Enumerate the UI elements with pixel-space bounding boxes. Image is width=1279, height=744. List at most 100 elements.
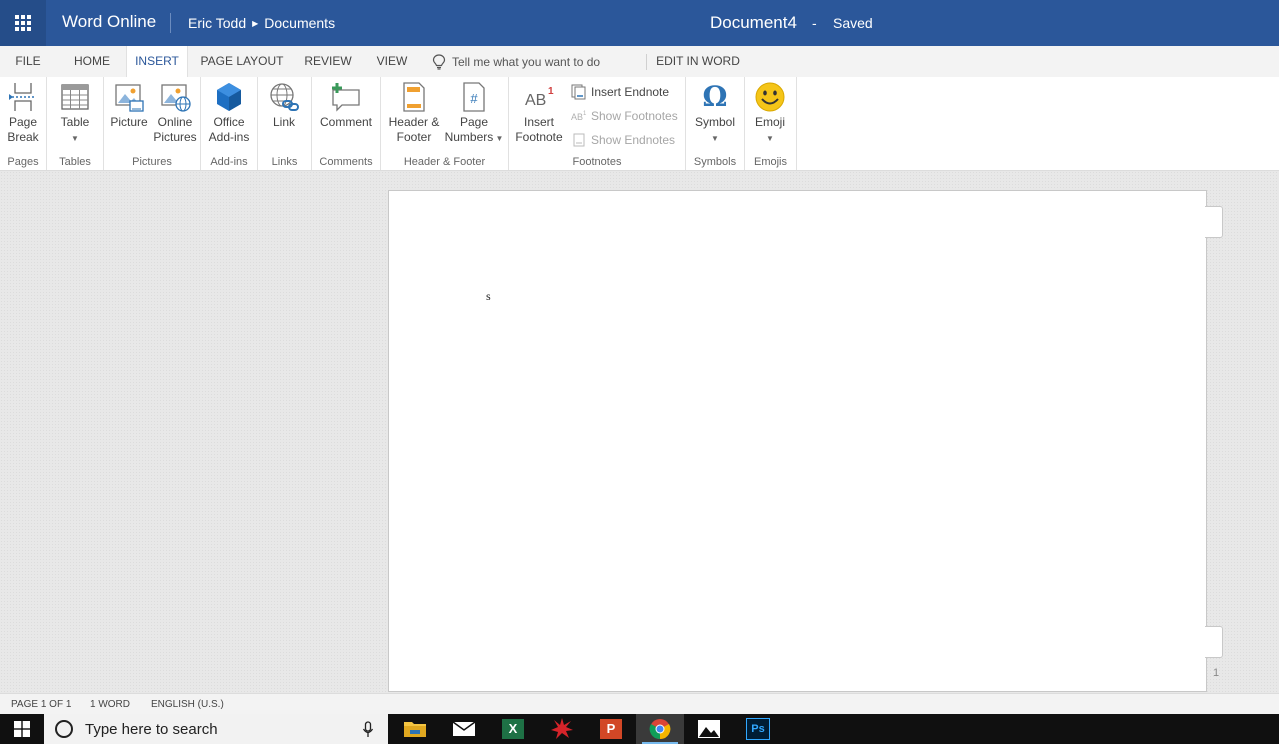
tab-review[interactable]: REVIEW [300, 46, 356, 77]
status-bar: PAGE 1 OF 1 1 WORD ENGLISH (U.S.) [0, 693, 1279, 715]
mail-icon[interactable] [440, 714, 488, 744]
show-endnotes-icon [573, 133, 585, 147]
app-launcher-button[interactable] [0, 0, 46, 46]
group-comments: Comment Comments [312, 77, 381, 170]
tell-me-box[interactable]: Tell me what you want to do [432, 46, 600, 77]
page-break-button[interactable]: Page Break [2, 81, 44, 145]
tab-insert[interactable]: INSERT [126, 46, 188, 77]
emoji-label: Emoji [754, 115, 785, 129]
excel-icon[interactable]: X [489, 714, 537, 744]
ribbon: Page Break Pages Table ▼ Tables Picture … [0, 77, 1279, 171]
group-tables: Table ▼ Tables [47, 77, 104, 170]
document-body-text[interactable]: s [486, 289, 491, 304]
symbol-dropdown-icon: ▼ [711, 134, 719, 143]
page-side-tab-top [1205, 206, 1223, 238]
excel-letter: X [502, 719, 524, 739]
group-label-comments: Comments [319, 156, 373, 168]
symbol-button[interactable]: Ω Symbol ▼ [692, 81, 738, 146]
office-addins-icon [217, 83, 241, 111]
comment-icon [332, 83, 360, 112]
breadcrumb-user[interactable]: Eric Todd [188, 15, 246, 31]
menu-tabs: FILE HOME INSERT PAGE LAYOUT REVIEW VIEW… [0, 46, 1279, 77]
comment-button[interactable]: Comment [316, 81, 376, 130]
tabs-divider [646, 54, 647, 70]
breadcrumb: Eric Todd ▶ Documents [188, 15, 335, 31]
microphone-icon[interactable] [362, 721, 374, 739]
page-break-label-1: Page [8, 115, 38, 129]
group-label-symbols: Symbols [693, 156, 737, 168]
group-footnotes: AB 1 Insert Footnote Insert Endnote AB 1… [509, 77, 686, 170]
page-numbers-hash: # [470, 91, 478, 106]
document-name[interactable]: Document4 [710, 13, 797, 33]
group-label-header-footer: Header & Footer [403, 156, 486, 168]
cortana-icon [55, 720, 73, 738]
picture-icon [115, 84, 144, 112]
group-symbols: Ω Symbol ▼ Symbols [686, 77, 745, 170]
app-name-link[interactable]: Word Online [62, 12, 156, 32]
photoshop-icon[interactable]: Ps [734, 714, 782, 744]
word-count[interactable]: 1 WORD [90, 699, 130, 710]
document-page[interactable]: s [388, 190, 1207, 692]
show-endnotes-label: Show Endnotes [591, 133, 676, 147]
table-label: Table [60, 115, 90, 129]
page-number-indicator: 1 [1213, 667, 1220, 679]
group-label-tables: Tables [59, 156, 91, 168]
comment-label: Comment [319, 115, 372, 129]
show-footnotes-button[interactable]: AB 1 Show Footnotes [571, 108, 678, 124]
group-pictures: Picture Online Pictures Pictures [104, 77, 201, 170]
office-addins-button[interactable]: Office Add-ins [205, 81, 253, 145]
omega-icon: Ω [702, 80, 728, 113]
start-button[interactable] [0, 714, 44, 744]
folder-icon [404, 722, 426, 737]
smiley-icon [755, 82, 785, 112]
group-addins: Office Add-ins Add-ins [201, 77, 258, 170]
document-canvas[interactable]: s 1 [0, 171, 1279, 693]
photoshop-letters: Ps [746, 718, 770, 740]
file-explorer-icon[interactable] [391, 714, 439, 744]
language-indicator[interactable]: ENGLISH (U.S.) [151, 699, 224, 710]
page-numbers-button[interactable]: # Page Numbers ▼ [441, 81, 507, 146]
photos-icon[interactable] [685, 714, 733, 744]
powerpoint-letter: P [600, 719, 622, 739]
show-endnotes-button[interactable]: Show Endnotes [571, 132, 675, 148]
footnote-superscript: 1 [548, 86, 554, 97]
online-pictures-icon [161, 84, 191, 112]
breadcrumb-documents[interactable]: Documents [264, 15, 335, 31]
header-footer-icon [403, 82, 425, 112]
tab-file[interactable]: FILE [8, 46, 48, 77]
tab-home[interactable]: HOME [66, 46, 118, 77]
picture-label: Picture [110, 115, 148, 129]
group-links: Link Links [258, 77, 312, 170]
powerpoint-icon[interactable]: P [587, 714, 635, 744]
show-footnotes-icon: AB 1 [571, 111, 587, 122]
group-label-addins: Add-ins [210, 156, 248, 168]
picture-button[interactable]: Picture [108, 81, 150, 130]
taskbar-search[interactable]: Type here to search [44, 714, 388, 744]
page-numbers-dropdown-icon: ▼ [493, 134, 504, 143]
insert-footnote-button[interactable]: AB 1 Insert Footnote [511, 81, 567, 145]
tab-page-layout[interactable]: PAGE LAYOUT [198, 46, 286, 77]
header-footer-button[interactable]: Header & Footer [385, 81, 443, 145]
burst-icon [551, 718, 573, 739]
app-burst-icon[interactable] [538, 714, 586, 744]
taskbar: Type here to search X P Ps [0, 714, 1279, 744]
online-pictures-label-1: Online [157, 115, 193, 129]
group-label-emojis: Emojis [753, 156, 787, 168]
tab-view[interactable]: VIEW [370, 46, 414, 77]
emoji-button[interactable]: Emoji ▼ [749, 81, 791, 146]
lightbulb-icon [432, 53, 446, 70]
chrome-logo-icon [649, 719, 671, 740]
online-pictures-button[interactable]: Online Pictures [152, 81, 198, 145]
insert-endnote-button[interactable]: Insert Endnote [571, 84, 669, 100]
edit-in-word-button[interactable]: EDIT IN WORD [652, 46, 744, 77]
link-button[interactable]: Link [264, 81, 304, 130]
insert-footnote-label-2: Footnote [515, 130, 563, 144]
insert-footnote-label-1: Insert [523, 115, 554, 129]
table-icon [61, 84, 89, 110]
page-numbers-label-2: Numbers [444, 130, 494, 144]
tell-me-text: Tell me what you want to do [452, 54, 601, 69]
chrome-icon[interactable] [636, 714, 684, 744]
save-status: Saved [833, 15, 873, 31]
table-button[interactable]: Table ▼ [55, 81, 95, 146]
title-separator: - [812, 15, 817, 31]
